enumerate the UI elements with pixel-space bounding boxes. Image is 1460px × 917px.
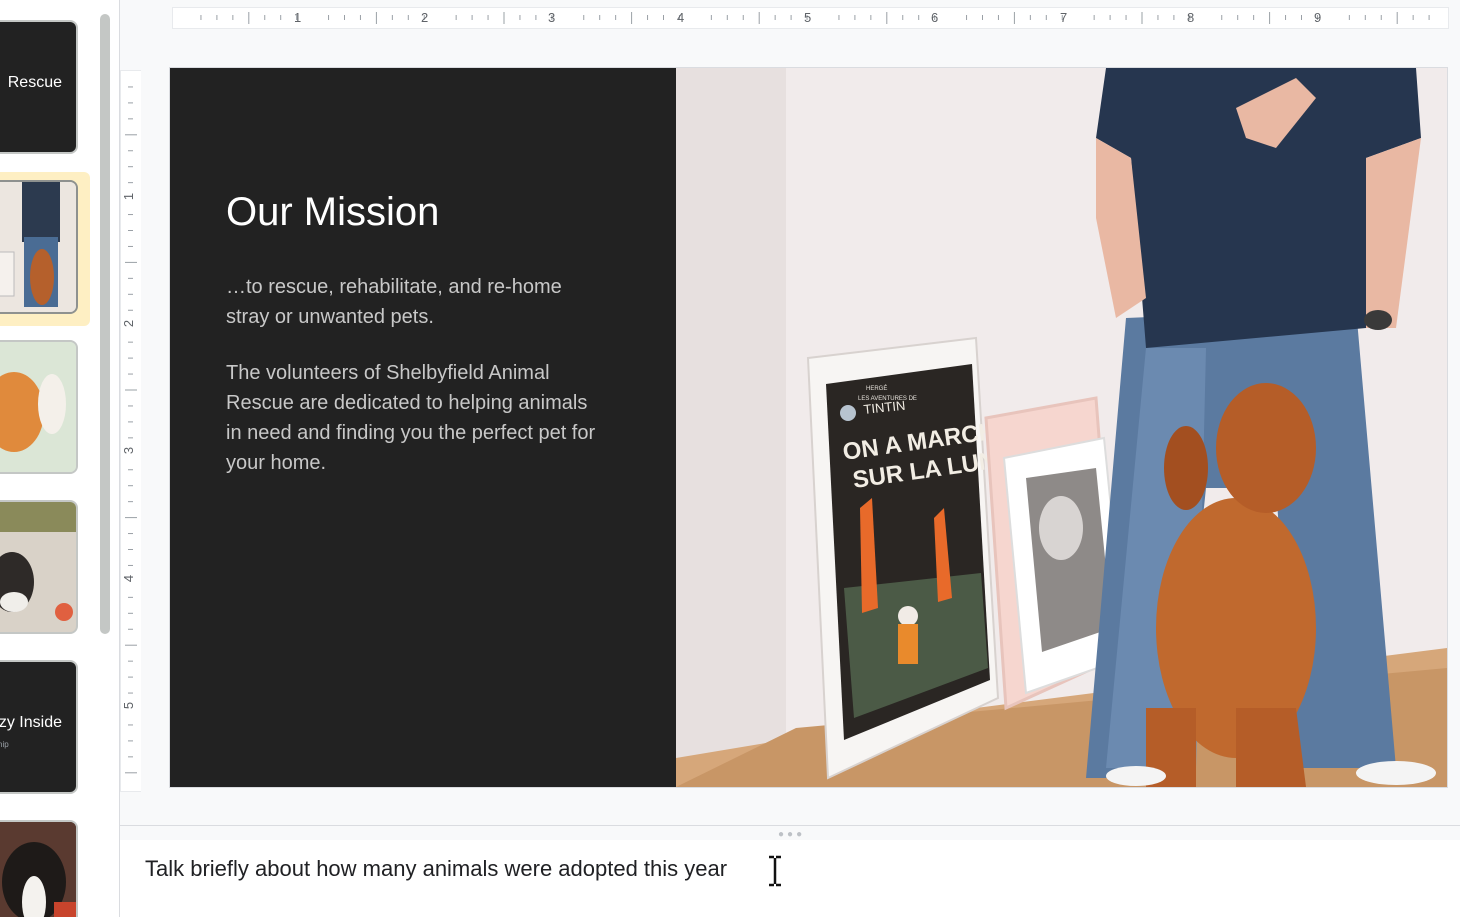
thumbnail-photo-cat	[0, 342, 76, 472]
slide-filmstrip[interactable]: Rescue zy Inside ship	[0, 0, 120, 917]
slide-thumbnail-title: zy Inside	[0, 714, 62, 731]
ruler-label-9: 9	[1314, 10, 1322, 25]
drag-handle-icon: ●●●	[778, 829, 806, 840]
ruler-label-6: 6	[931, 10, 939, 25]
thumbnail-photo-dog	[0, 822, 76, 917]
ruler-label-3: 3	[548, 10, 556, 25]
ruler-label-7: 7	[1060, 10, 1068, 25]
vertical-ruler-ticks	[125, 86, 137, 774]
thumbnail-photo-dog-beach	[0, 502, 76, 632]
thumbnail-photo-man-dog	[0, 182, 76, 312]
slide-title[interactable]: Our Mission	[226, 190, 439, 235]
slide-thumbnail-2[interactable]	[0, 180, 78, 314]
ruler-label-v1: 1	[121, 192, 137, 201]
ruler-label-v3: 3	[121, 446, 137, 455]
horizontal-ruler-strip: 1 2 3 4 5 6 7 8 9	[172, 7, 1449, 29]
slide-thumbnail-subtitle: ship	[0, 740, 9, 749]
ruler-label-1: 1	[294, 10, 302, 25]
ruler-label-4: 4	[677, 10, 685, 25]
notes-resize-handle[interactable]: ●●●	[120, 825, 1460, 841]
slide-thumbnail-title: Rescue	[7, 74, 62, 91]
ruler-label-2: 2	[421, 10, 429, 25]
photo-illustration: HERGÉ LES AVENTURES DE TINTIN ON A MARCH…	[676, 68, 1447, 787]
speaker-notes-panel[interactable]: Talk briefly about how many animals were…	[120, 840, 1460, 917]
vertical-ruler[interactable]: 1 2 3 4 5	[120, 70, 142, 792]
slide-body-textbox[interactable]: …to rescue, rehabilitate, and re-home st…	[226, 272, 606, 504]
poster-text-herge: HERGÉ	[866, 385, 887, 392]
ruler-label-v4: 4	[121, 574, 137, 583]
slide-thumbnail-1[interactable]: Rescue	[0, 20, 78, 154]
current-slide[interactable]: Our Mission …to rescue, rehabilitate, an…	[170, 68, 1447, 787]
filmstrip-scrollbar[interactable]	[100, 14, 110, 634]
text-cursor-icon	[769, 855, 781, 887]
slide-thumbnail-5[interactable]: zy Inside ship	[0, 660, 78, 794]
slide-photo-man-with-dog[interactable]: HERGÉ LES AVENTURES DE TINTIN ON A MARCH…	[676, 68, 1447, 787]
slide-body-paragraph-1: …to rescue, rehabilitate, and re-home st…	[226, 276, 562, 328]
speaker-notes-text[interactable]: Talk briefly about how many animals were…	[145, 856, 727, 882]
ruler-label-8: 8	[1187, 10, 1195, 25]
ruler-label-5: 5	[804, 10, 812, 25]
slide-body-paragraph-2: The volunteers of Shelbyfield Animal Res…	[226, 362, 596, 474]
ruler-label-v5: 5	[121, 701, 137, 710]
horizontal-ruler[interactable]: 1 2 3 4 5 6 7 8 9	[120, 0, 1460, 30]
slide-thumbnail-3[interactable]	[0, 340, 78, 474]
slide-thumbnail-4[interactable]	[0, 500, 78, 634]
ruler-label-v2: 2	[121, 319, 137, 328]
slide-thumbnail-6[interactable]	[0, 820, 78, 917]
